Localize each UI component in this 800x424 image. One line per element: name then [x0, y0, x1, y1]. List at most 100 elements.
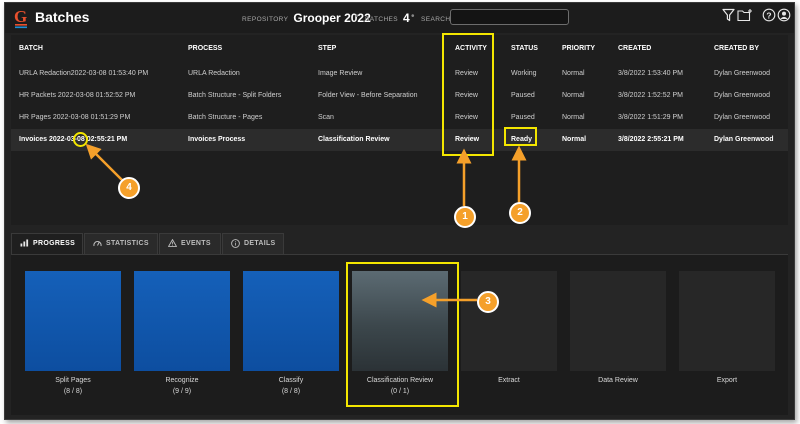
- column-header-step[interactable]: STEP: [318, 35, 336, 63]
- status-value: Paused: [511, 114, 535, 121]
- step-name: Split Pages: [55, 377, 91, 384]
- tab-statistics[interactable]: STATISTICS: [84, 233, 158, 254]
- filter-icon[interactable]: [722, 8, 735, 22]
- separator-dot: •: [411, 11, 415, 22]
- step-name: Export: [716, 377, 738, 384]
- step-count: (9 / 9): [172, 388, 192, 395]
- status-value: Paused: [511, 92, 535, 99]
- step-classify[interactable]: Classify (8 / 8): [243, 271, 339, 397]
- batch-name: URLA Redaction2022-03-08 01:53:40 PM: [19, 70, 149, 77]
- batches-count: BATCHES 4: [365, 11, 410, 25]
- gauge-icon: [93, 241, 102, 247]
- step-count: (8 / 8): [63, 388, 83, 395]
- column-header-process[interactable]: PROCESS: [188, 35, 222, 63]
- step-name: Image Review: [318, 70, 363, 77]
- tab-details-label: DETAILS: [244, 240, 276, 247]
- search-label: SEARCH: [421, 16, 451, 23]
- table-row[interactable]: HR Packets 2022-03-08 01:52:52 PM Batch …: [11, 85, 788, 107]
- step-tile[interactable]: [570, 271, 666, 371]
- batches-window: G Batches REPOSITORY Grooper 2022 • BATCH…: [4, 2, 795, 420]
- classification-review-highlight: [346, 262, 459, 407]
- bar-chart-icon: [20, 239, 29, 247]
- activity-column-highlight: [442, 33, 494, 156]
- step-name: Classification Review: [318, 136, 390, 143]
- repository-value[interactable]: Grooper 2022: [293, 11, 370, 25]
- repository-info: REPOSITORY Grooper 2022: [242, 11, 371, 25]
- created-value: 3/8/2022 2:55:21 PM: [618, 136, 684, 143]
- step-name: Scan: [318, 114, 334, 121]
- new-folder-icon[interactable]: [737, 8, 753, 22]
- svg-text:G: G: [14, 7, 27, 26]
- step-tile[interactable]: [461, 271, 557, 371]
- callout-badge-4: 4: [118, 177, 140, 199]
- created-by-value: Dylan Greenwood: [714, 114, 771, 121]
- search-input[interactable]: [450, 9, 569, 25]
- status-value: Working: [511, 70, 537, 77]
- step-name: Classify: [278, 377, 304, 384]
- tab-progress-label: PROGRESS: [33, 240, 76, 247]
- table-row[interactable]: URLA Redaction2022-03-08 01:53:40 PM URL…: [11, 63, 788, 85]
- table-row[interactable]: HR Pages 2022-03-08 01:51:29 PM Batch St…: [11, 107, 788, 129]
- user-icon[interactable]: [777, 8, 791, 22]
- info-icon: [231, 238, 240, 248]
- process-name: Invoices Process: [188, 136, 246, 143]
- step-name: Data Review: [598, 377, 638, 384]
- tab-events[interactable]: EVENTS: [159, 233, 221, 254]
- step-name: Recognize: [165, 377, 199, 384]
- created-value: 3/8/2022 1:53:40 PM: [618, 70, 683, 77]
- step-extract[interactable]: Extract: [461, 271, 557, 386]
- table-row-selected[interactable]: Invoices 2022-03-08 02:55:21 PM Invoices…: [11, 129, 788, 151]
- process-name: Batch Structure - Split Folders: [188, 92, 282, 99]
- priority-value: Normal: [562, 114, 585, 121]
- separator-dot: •: [355, 11, 359, 22]
- callout-badge-3: 3: [477, 291, 499, 313]
- created-by-value: Dylan Greenwood: [714, 92, 771, 99]
- column-header-priority[interactable]: PRIORITY: [562, 35, 595, 63]
- step-split-pages[interactable]: Split Pages (8 / 8): [25, 271, 121, 397]
- tab-progress[interactable]: PROGRESS: [11, 233, 83, 254]
- batch-name: HR Pages 2022-03-08 01:51:29 PM: [19, 114, 131, 121]
- step-tile[interactable]: [679, 271, 775, 371]
- priority-value: Normal: [562, 136, 587, 143]
- process-name: URLA Redaction: [188, 70, 240, 77]
- step-data-review[interactable]: Data Review: [570, 271, 666, 386]
- column-header-batch[interactable]: BATCH: [19, 35, 43, 63]
- column-header-status[interactable]: STATUS: [511, 35, 538, 63]
- callout-badge-2: 2: [509, 202, 531, 224]
- batch-name: HR Packets 2022-03-08 01:52:52 PM: [19, 92, 136, 99]
- priority-value: Normal: [562, 92, 585, 99]
- repository-label: REPOSITORY: [242, 16, 289, 23]
- created-by-value: Dylan Greenwood: [714, 136, 774, 143]
- step-name: Extract: [498, 377, 520, 384]
- tab-statistics-label: STATISTICS: [106, 240, 149, 247]
- detail-tabs: PROGRESS STATISTICS EVENTS DETAILS: [5, 233, 794, 254]
- tab-events-label: EVENTS: [181, 240, 211, 247]
- step-count: (8 / 8): [281, 388, 301, 395]
- table-header-row: BATCH PROCESS STEP ACTIVITY STATUS PRIOR…: [11, 35, 788, 63]
- tab-details[interactable]: DETAILS: [222, 233, 284, 254]
- batches-label: BATCHES: [365, 16, 399, 23]
- help-icon[interactable]: ?: [762, 8, 776, 22]
- created-by-value: Dylan Greenwood: [714, 70, 771, 77]
- warning-icon: [168, 239, 177, 248]
- step-export[interactable]: Export: [679, 271, 775, 386]
- column-header-created[interactable]: CREATED: [618, 35, 651, 63]
- process-name: Batch Structure - Pages: [188, 114, 263, 121]
- ready-status-highlight: [504, 127, 537, 146]
- created-value: 3/8/2022 1:52:52 PM: [618, 92, 683, 99]
- batch-name-highlight: [73, 132, 88, 147]
- step-tile[interactable]: [243, 271, 339, 371]
- top-bar: G Batches REPOSITORY Grooper 2022 • BATCH…: [5, 3, 794, 33]
- priority-value: Normal: [562, 70, 585, 77]
- step-name: Folder View - Before Separation: [318, 92, 418, 99]
- grooper-logo-icon: G: [14, 7, 27, 29]
- step-recognize[interactable]: Recognize (9 / 9): [134, 271, 230, 397]
- page-title: Batches: [35, 9, 90, 25]
- column-header-created-by[interactable]: CREATED BY: [714, 35, 759, 63]
- created-value: 3/8/2022 1:51:29 PM: [618, 114, 683, 121]
- step-tile[interactable]: [25, 271, 121, 371]
- batches-value: 4: [403, 11, 410, 25]
- step-tile[interactable]: [134, 271, 230, 371]
- callout-badge-1: 1: [454, 206, 476, 228]
- svg-text:?: ?: [766, 10, 771, 20]
